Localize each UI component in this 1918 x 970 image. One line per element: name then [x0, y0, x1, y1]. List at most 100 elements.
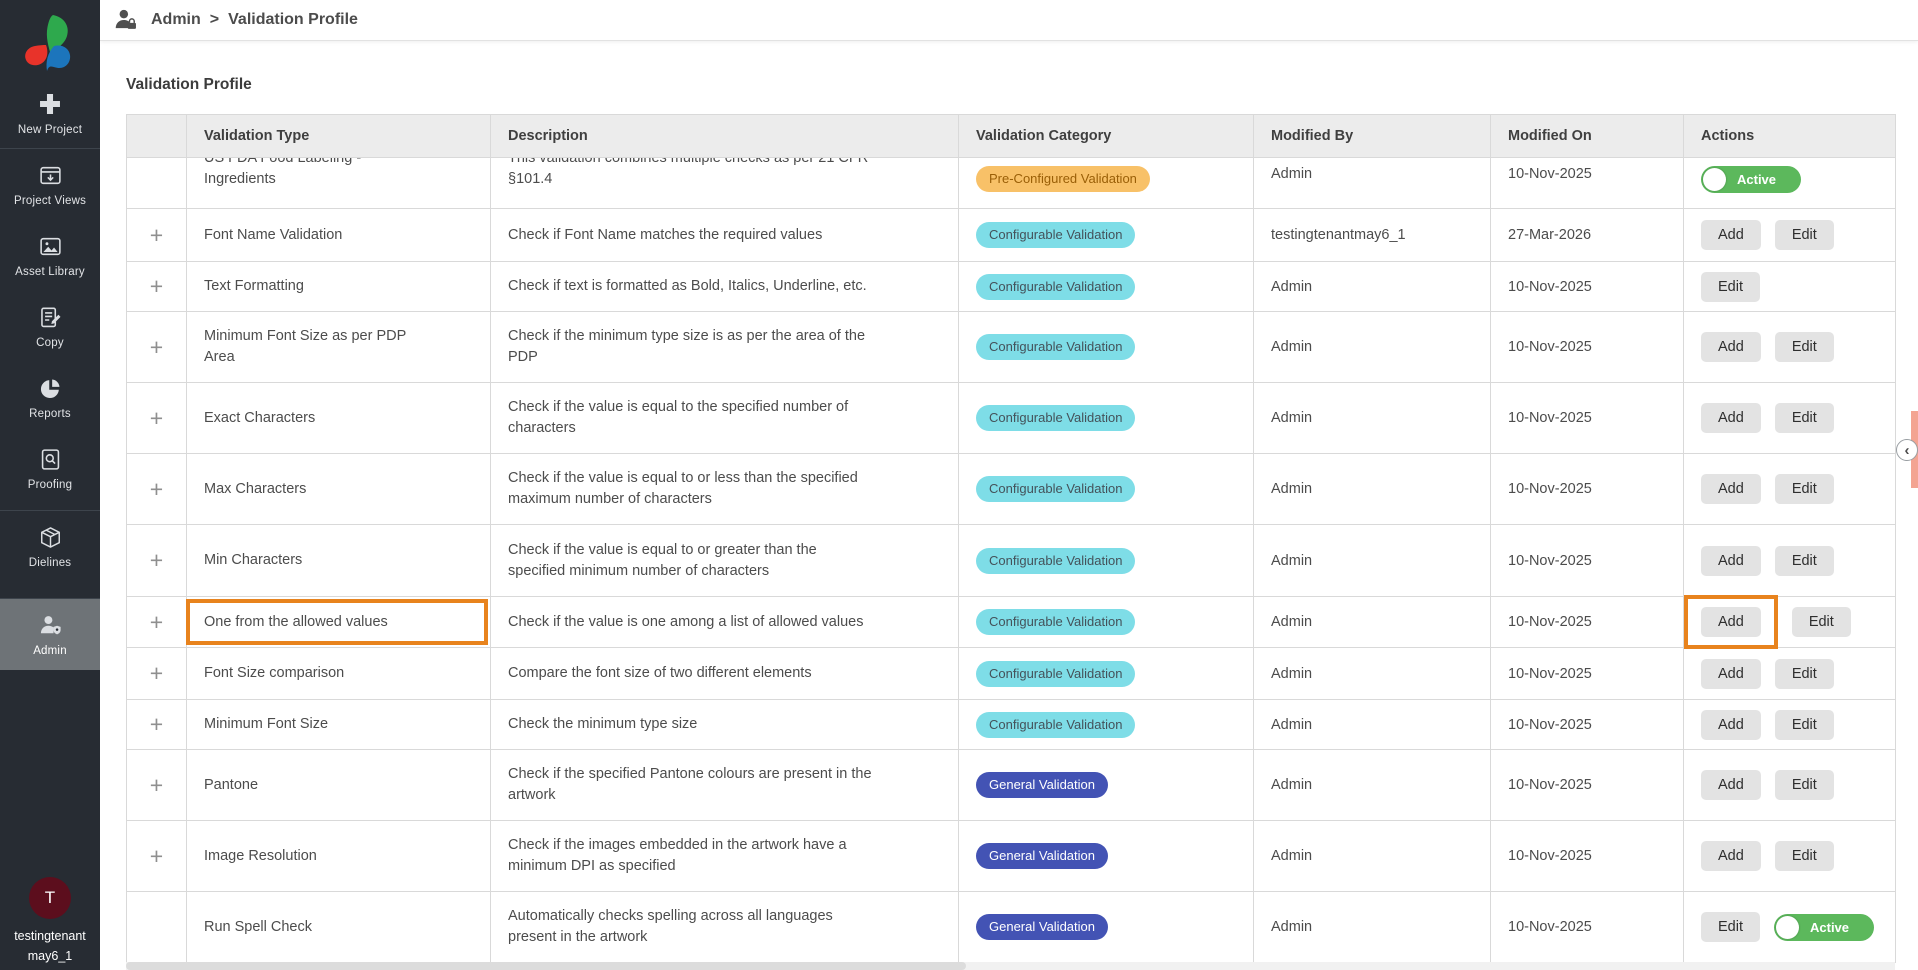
edit-button[interactable]: Edit — [1774, 332, 1834, 362]
user-name-line1: testingtenant — [14, 929, 86, 944]
active-toggle[interactable]: Active — [1774, 913, 1874, 941]
expand-plus-icon[interactable]: + — [150, 660, 163, 686]
expand-plus-icon[interactable]: + — [150, 843, 163, 869]
description-cell: Check if text is formatted as Bold, Ital… — [490, 261, 959, 312]
sidebar-item-copy[interactable]: Copy — [0, 291, 100, 362]
table-row: + Image Resolution Check if the images e… — [126, 820, 1896, 892]
horizontal-scrollbar-thumb[interactable] — [126, 962, 966, 970]
expand-plus-icon[interactable]: + — [150, 222, 163, 248]
edit-button[interactable]: Edit — [1774, 709, 1834, 740]
header-expander — [126, 114, 187, 158]
add-button[interactable]: Add — [1701, 474, 1761, 504]
edit-button[interactable]: Edit — [1774, 220, 1834, 250]
edit-button[interactable]: Edit — [1774, 403, 1834, 433]
add-button[interactable]: Add — [1701, 220, 1761, 250]
expand-plus-icon[interactable]: + — [150, 609, 163, 635]
description-cell: Automatically checks spelling across all… — [490, 891, 959, 963]
modified-by-cell: Admin — [1253, 453, 1491, 525]
table-row: + Max Characters Check if the value is e… — [126, 453, 1896, 525]
add-button[interactable]: Add — [1701, 841, 1761, 871]
edit-button[interactable]: Edit — [1791, 607, 1851, 637]
horizontal-scrollbar[interactable] — [126, 962, 1895, 970]
expand-plus-icon[interactable]: + — [150, 547, 163, 573]
validation-type-cell: Image Resolution — [186, 820, 491, 892]
modified-by-cell: Admin — [1253, 596, 1491, 648]
expand-plus-icon[interactable]: + — [150, 273, 163, 299]
action-wrap: Edit — [1791, 607, 1851, 637]
sidebar-item-project-views[interactable]: Project Views — [0, 149, 100, 220]
validation-type-text: Text Formatting — [204, 278, 304, 294]
description-text: Check if Font Name matches the required … — [508, 226, 823, 243]
active-toggle[interactable]: Active — [1701, 166, 1801, 193]
actions-cell: Add Edit — [1683, 699, 1896, 750]
breadcrumb-section[interactable]: Admin — [151, 11, 201, 28]
sidebar-item-reports[interactable]: Reports — [0, 362, 100, 433]
description-text: Check if the value is equal to the speci… — [508, 399, 849, 436]
app-logo[interactable] — [0, 0, 100, 84]
modified-by-cell: Admin — [1253, 647, 1491, 700]
add-button[interactable]: Add — [1701, 607, 1761, 637]
validation-category-cell: Configurable Validation — [958, 647, 1254, 700]
action-wrap: Add — [1701, 658, 1761, 689]
validation-type-cell: Max Characters — [186, 453, 491, 525]
admin-person-lock-icon — [113, 7, 139, 33]
modified-by-cell: Admin — [1253, 524, 1491, 597]
collapse-panel-button[interactable]: ‹ — [1896, 439, 1918, 461]
validation-type-cell: Exact Characters — [186, 382, 491, 454]
edit-button[interactable]: Edit — [1774, 658, 1834, 689]
row-expander-cell: + — [126, 453, 187, 525]
expand-plus-icon[interactable]: + — [150, 334, 163, 360]
sidebar-item-dielines[interactable]: Dielines — [0, 511, 100, 582]
sidebar-item-label: Asset Library — [15, 266, 85, 278]
edit-button[interactable]: Edit — [1774, 545, 1834, 576]
edit-button[interactable]: Edit — [1774, 474, 1834, 504]
category-badge: General Validation — [976, 914, 1108, 940]
sidebar-item-proofing[interactable]: Proofing — [0, 433, 100, 504]
expand-plus-icon[interactable]: + — [150, 772, 163, 798]
action-wrap: Add — [1701, 770, 1761, 800]
add-button[interactable]: Add — [1701, 658, 1761, 689]
header-validation-type: Validation Type — [186, 114, 491, 158]
chevron-left-icon: ‹ — [1904, 441, 1910, 459]
expand-plus-icon[interactable]: + — [150, 476, 163, 502]
action-wrap: Add — [1701, 709, 1761, 740]
page-title: Validation Profile — [126, 76, 252, 93]
actions-cell: Add Edit — [1683, 311, 1896, 383]
category-badge: Configurable Validation — [976, 334, 1136, 360]
add-button[interactable]: Add — [1701, 403, 1761, 433]
row-expander-cell: + — [126, 749, 187, 821]
actions-cell: Add Edit — [1683, 382, 1896, 454]
validation-type-text: Min Characters — [204, 552, 303, 568]
action-wrap: Edit — [1774, 841, 1834, 871]
header-validation-category: Validation Category — [958, 114, 1254, 158]
sidebar-item-asset-library[interactable]: Asset Library — [0, 220, 100, 291]
reports-icon — [37, 375, 63, 401]
dielines-icon — [37, 524, 63, 550]
validation-type-text: Image Resolution — [204, 847, 317, 864]
action-wrap: Edit — [1774, 474, 1834, 504]
validation-type-text: Max Characters — [204, 480, 307, 497]
expand-plus-icon[interactable]: + — [150, 711, 163, 737]
edit-button[interactable]: Edit — [1701, 271, 1760, 302]
edit-button[interactable]: Edit — [1701, 912, 1760, 942]
edit-button[interactable]: Edit — [1774, 841, 1834, 871]
sidebar-item-admin[interactable]: Admin — [0, 599, 100, 670]
action-wrap: Add — [1701, 474, 1761, 504]
action-wrap: Edit — [1774, 709, 1834, 740]
user-avatar[interactable]: T — [29, 877, 71, 920]
table-row: + Font Name Validation Check if Font Nam… — [126, 208, 1896, 262]
add-button[interactable]: Add — [1701, 770, 1761, 800]
add-button[interactable]: Add — [1701, 709, 1761, 740]
validation-category-cell: Configurable Validation — [958, 208, 1254, 262]
add-button[interactable]: Add — [1701, 545, 1761, 576]
validation-category-cell: Configurable Validation — [958, 311, 1254, 383]
edit-button[interactable]: Edit — [1774, 770, 1834, 800]
description-cell: Check if the value is equal to or greate… — [490, 524, 959, 597]
description-text: Automatically checks spelling across all… — [508, 908, 833, 945]
sidebar-item-new-project[interactable]: New Project — [0, 84, 100, 142]
add-button[interactable]: Add — [1701, 332, 1761, 362]
description-text: Check if the minimum type size is as per… — [508, 328, 866, 365]
table-row: + Min Characters Check if the value is e… — [126, 524, 1896, 597]
toggle-knob — [1703, 168, 1726, 191]
expand-plus-icon[interactable]: + — [150, 405, 163, 431]
